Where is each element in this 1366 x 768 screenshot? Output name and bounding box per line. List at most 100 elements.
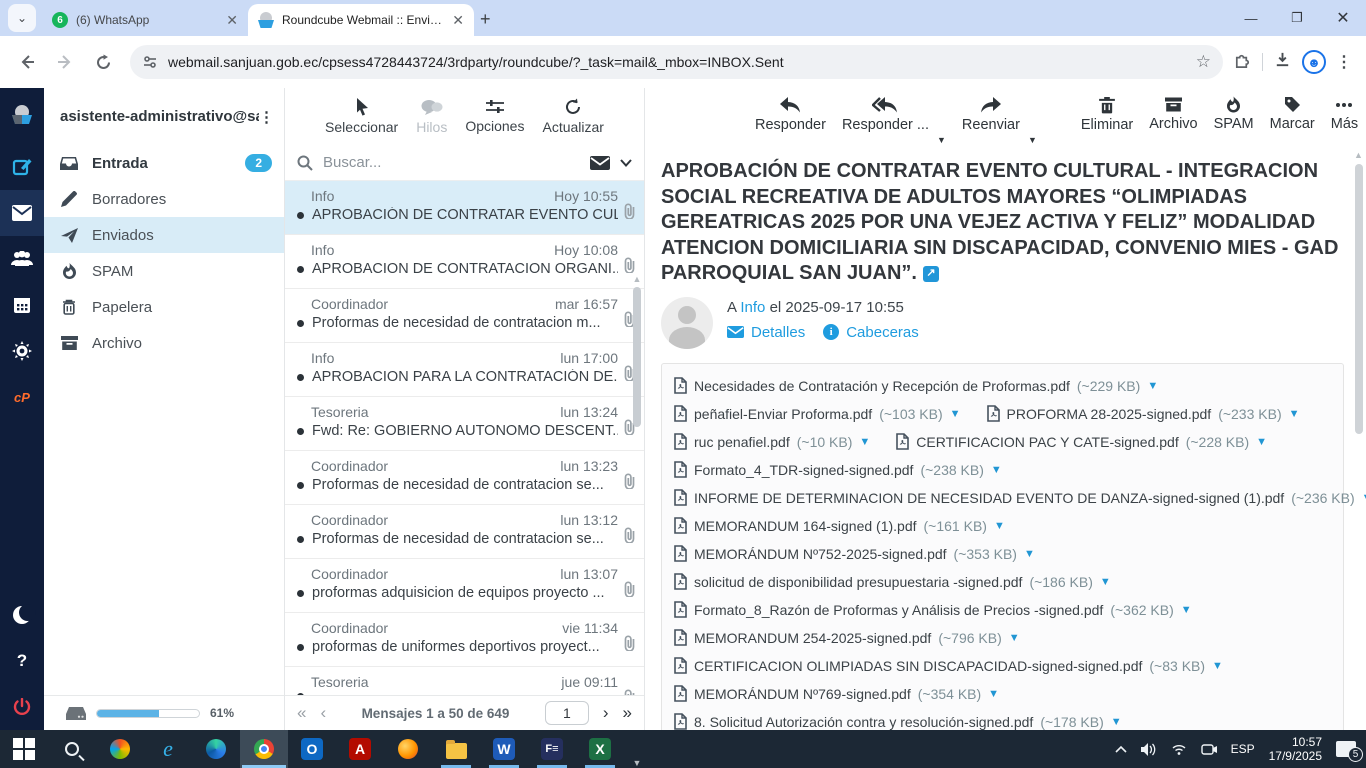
close-tab-icon[interactable]: ✕	[452, 12, 464, 29]
attachment-item[interactable]: INFORME DE DETERMINACION DE NECESIDAD EV…	[674, 484, 1366, 512]
reply-all-button[interactable]: Responder ...	[842, 96, 929, 133]
attachment-item[interactable]: ruc penafiel.pdf (~10 KB) ▼	[674, 428, 870, 456]
attachment-menu-icon[interactable]: ▼	[1024, 548, 1035, 560]
message-row[interactable]: Coordinador lun 13:23 Proformas de neces…	[285, 451, 644, 505]
attachment-filename[interactable]: peñafiel-Enviar Proforma.pdf	[694, 406, 872, 422]
attachment-item[interactable]: CERTIFICACION OLIMPIADAS SIN DISCAPACIDA…	[674, 652, 1223, 680]
attachment-item[interactable]: Necesidades de Contratación y Recepción …	[674, 372, 1158, 400]
attachment-menu-icon[interactable]: ▼	[991, 464, 1002, 476]
attachment-item[interactable]: PROFORMA 28-2025-signed.pdf (~233 KB) ▼	[986, 400, 1300, 428]
first-page-button[interactable]: «	[297, 703, 306, 723]
attachment-item[interactable]: Formato_4_TDR-signed-signed.pdf (~238 KB…	[674, 456, 1002, 484]
rail-calendar-button[interactable]	[0, 282, 44, 328]
more-button[interactable]: Más	[1331, 96, 1358, 132]
attachment-menu-icon[interactable]: ▼	[950, 408, 961, 420]
chrome-button[interactable]	[240, 730, 288, 768]
taskbar-search-button[interactable]	[48, 730, 96, 768]
attachment-menu-icon[interactable]: ▼	[1256, 436, 1267, 448]
attachment-filename[interactable]: CERTIFICACION PAC Y CATE-signed.pdf	[916, 434, 1178, 450]
internet-explorer-button[interactable]: e	[144, 730, 192, 768]
taskbar-clock[interactable]: 10:57 17/9/2025	[1269, 735, 1322, 763]
chevron-down-icon[interactable]	[620, 158, 632, 167]
attachment-item[interactable]: peñafiel-Enviar Proforma.pdf (~103 KB) ▼	[674, 400, 961, 428]
attachment-filename[interactable]: MEMORANDUM 164-signed (1).pdf	[694, 518, 917, 534]
refresh-button[interactable]	[86, 45, 120, 79]
reply-button[interactable]: Responder	[755, 96, 826, 133]
archive-button[interactable]: Archivo	[1149, 96, 1198, 132]
next-page-button[interactable]: ›	[603, 703, 609, 723]
message-row[interactable]: Info lun 17:00 APROBACION PARA LA CONTRA…	[285, 343, 644, 397]
word-button[interactable]: W	[480, 730, 528, 768]
attachment-menu-icon[interactable]: ▼	[1181, 604, 1192, 616]
scroll-thumb[interactable]	[1354, 164, 1363, 434]
attachment-filename[interactable]: ruc penafiel.pdf	[694, 434, 790, 450]
account-menu-icon[interactable]: ⋮	[259, 108, 274, 126]
mark-button[interactable]: Marcar	[1270, 96, 1315, 132]
attachment-filename[interactable]: Necesidades de Contratación y Recepción …	[694, 378, 1070, 394]
attachment-filename[interactable]: INFORME DE DETERMINACION DE NECESIDAD EV…	[694, 490, 1284, 506]
wifi-icon[interactable]	[1171, 743, 1187, 755]
spam-button[interactable]: SPAM	[1214, 96, 1254, 132]
search-bar[interactable]: Buscar...	[285, 145, 644, 181]
profile-avatar[interactable]: ☻	[1302, 50, 1326, 74]
bookmark-star-icon[interactable]: ☆	[1196, 52, 1211, 72]
attachment-menu-icon[interactable]: ▼	[1100, 576, 1111, 588]
headers-toggle[interactable]: i Cabeceras	[823, 324, 919, 341]
folder-item-papelera[interactable]: Papelera	[44, 289, 284, 325]
attachment-filename[interactable]: 8. Solicitud Autorización contra y resol…	[694, 714, 1033, 730]
rail-contacts-button[interactable]	[0, 236, 44, 282]
scroll-thumb[interactable]	[633, 287, 641, 427]
prev-page-button[interactable]: ‹	[320, 703, 326, 723]
reply-all-menu-icon[interactable]: ▼	[937, 135, 946, 145]
outlook-button[interactable]: O	[288, 730, 336, 768]
firefox-button[interactable]	[384, 730, 432, 768]
message-row[interactable]: Info Hoy 10:08 APROBACION DE CONTRATACIO…	[285, 235, 644, 289]
refresh-list-button[interactable]: Actualizar	[542, 98, 604, 135]
delete-button[interactable]: Eliminar	[1081, 96, 1133, 133]
attachment-filename[interactable]: Formato_8_Razón de Proformas y Análisis …	[694, 602, 1103, 618]
language-indicator[interactable]: ESP	[1231, 742, 1255, 756]
cpanel-logo[interactable]: cP	[0, 374, 44, 420]
tab-roundcube[interactable]: Roundcube Webmail :: Enviados ✕	[248, 4, 474, 36]
select-button[interactable]: Seleccionar	[325, 98, 398, 135]
threads-button[interactable]: Hilos	[416, 99, 447, 135]
scroll-down-icon[interactable]: ▼	[631, 758, 643, 768]
message-row[interactable]: Coordinador vie 11:34 proformas de unifo…	[285, 613, 644, 667]
window-minimize-button[interactable]: —	[1228, 0, 1274, 36]
attachment-filename[interactable]: solicitud de disponibilidad presupuestar…	[694, 574, 1022, 590]
rail-mail-button[interactable]	[0, 190, 44, 236]
compose-button[interactable]	[0, 144, 44, 190]
site-settings-icon[interactable]	[142, 54, 158, 70]
attachment-filename[interactable]: CERTIFICACION OLIMPIADAS SIN DISCAPACIDA…	[694, 658, 1142, 674]
message-row[interactable]: Tesoreria lun 13:24 Fwd: Re: GOBIERNO AU…	[285, 397, 644, 451]
list-scrollbar[interactable]: ▲ ▼	[631, 274, 643, 768]
attachment-item[interactable]: solicitud de disponibilidad presupuestar…	[674, 568, 1111, 596]
recipient-link[interactable]: Info	[740, 299, 765, 316]
attachment-menu-icon[interactable]: ▼	[1289, 408, 1300, 420]
folder-item-archivo[interactable]: Archivo	[44, 325, 284, 361]
details-toggle[interactable]: Detalles	[727, 324, 805, 341]
logout-button[interactable]	[0, 684, 44, 730]
attachment-menu-icon[interactable]: ▼	[1009, 632, 1020, 644]
browser-menu-icon[interactable]: ⋮	[1336, 52, 1352, 72]
attachment-item[interactable]: MEMORANDUM 164-signed (1).pdf (~161 KB) …	[674, 512, 1005, 540]
excel-button[interactable]: X	[576, 730, 624, 768]
attachment-item[interactable]: 8. Solicitud Autorización contra y resol…	[674, 708, 1122, 731]
message-row[interactable]: Tesoreria jue 09:11	[285, 667, 644, 695]
scope-mail-icon[interactable]	[590, 155, 610, 170]
message-row[interactable]: Coordinador lun 13:12 Proformas de neces…	[285, 505, 644, 559]
reader-scrollbar[interactable]: ▲	[1353, 150, 1364, 725]
new-tab-button[interactable]: +	[480, 9, 491, 30]
rail-settings-button[interactable]	[0, 328, 44, 374]
back-button[interactable]	[10, 45, 44, 79]
attachment-filename[interactable]: MEMORANDUM 254-2025-signed.pdf	[694, 630, 931, 646]
address-bar[interactable]: webmail.sanjuan.gob.ec/cpsess4728443724/…	[130, 45, 1223, 79]
attachment-filename[interactable]: MEMORÁNDUM Nº752-2025-signed.pdf	[694, 546, 947, 562]
scroll-up-icon[interactable]: ▲	[1353, 150, 1364, 160]
tray-expand-icon[interactable]	[1115, 745, 1127, 753]
folder-item-borradores[interactable]: Borradores	[44, 181, 284, 217]
attachment-menu-icon[interactable]: ▼	[1111, 716, 1122, 728]
extensions-icon[interactable]	[1233, 50, 1252, 74]
attachment-filename[interactable]: Formato_4_TDR-signed-signed.pdf	[694, 462, 913, 478]
tab-whatsapp[interactable]: 6 (6) WhatsApp ✕	[42, 4, 248, 36]
